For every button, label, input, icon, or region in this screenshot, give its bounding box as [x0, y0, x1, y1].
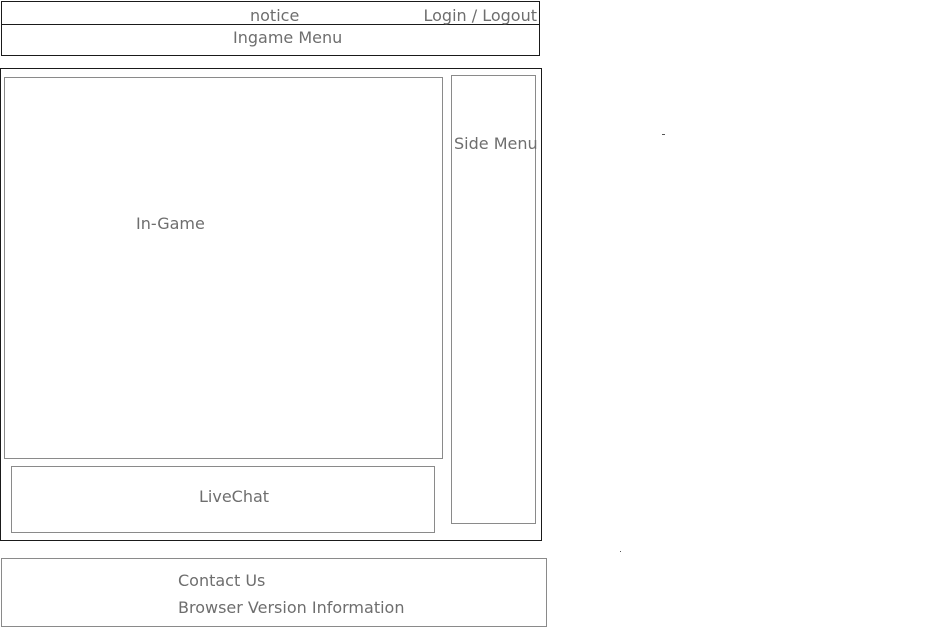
- contact-us-link[interactable]: Contact Us: [178, 571, 265, 591]
- header-panel: notice Login / Logout Ingame Menu: [1, 1, 540, 56]
- login-logout-link[interactable]: Login / Logout: [423, 6, 537, 26]
- browser-version-link[interactable]: Browser Version Information: [178, 598, 404, 618]
- side-menu-panel[interactable]: Side Menu: [451, 75, 538, 524]
- stray-dot: [620, 551, 621, 552]
- stray-mark: [662, 134, 665, 135]
- notice-link[interactable]: notice: [250, 6, 299, 26]
- livechat-panel[interactable]: LiveChat: [11, 466, 435, 533]
- livechat-label: LiveChat: [199, 487, 270, 506]
- footer-panel: Contact Us Browser Version Information: [1, 558, 547, 627]
- ingame-area[interactable]: In-Game: [4, 77, 443, 459]
- side-menu-label: Side Menu: [454, 134, 538, 153]
- ingame-menu[interactable]: Ingame Menu: [233, 28, 342, 48]
- ingame-label: In-Game: [136, 214, 205, 233]
